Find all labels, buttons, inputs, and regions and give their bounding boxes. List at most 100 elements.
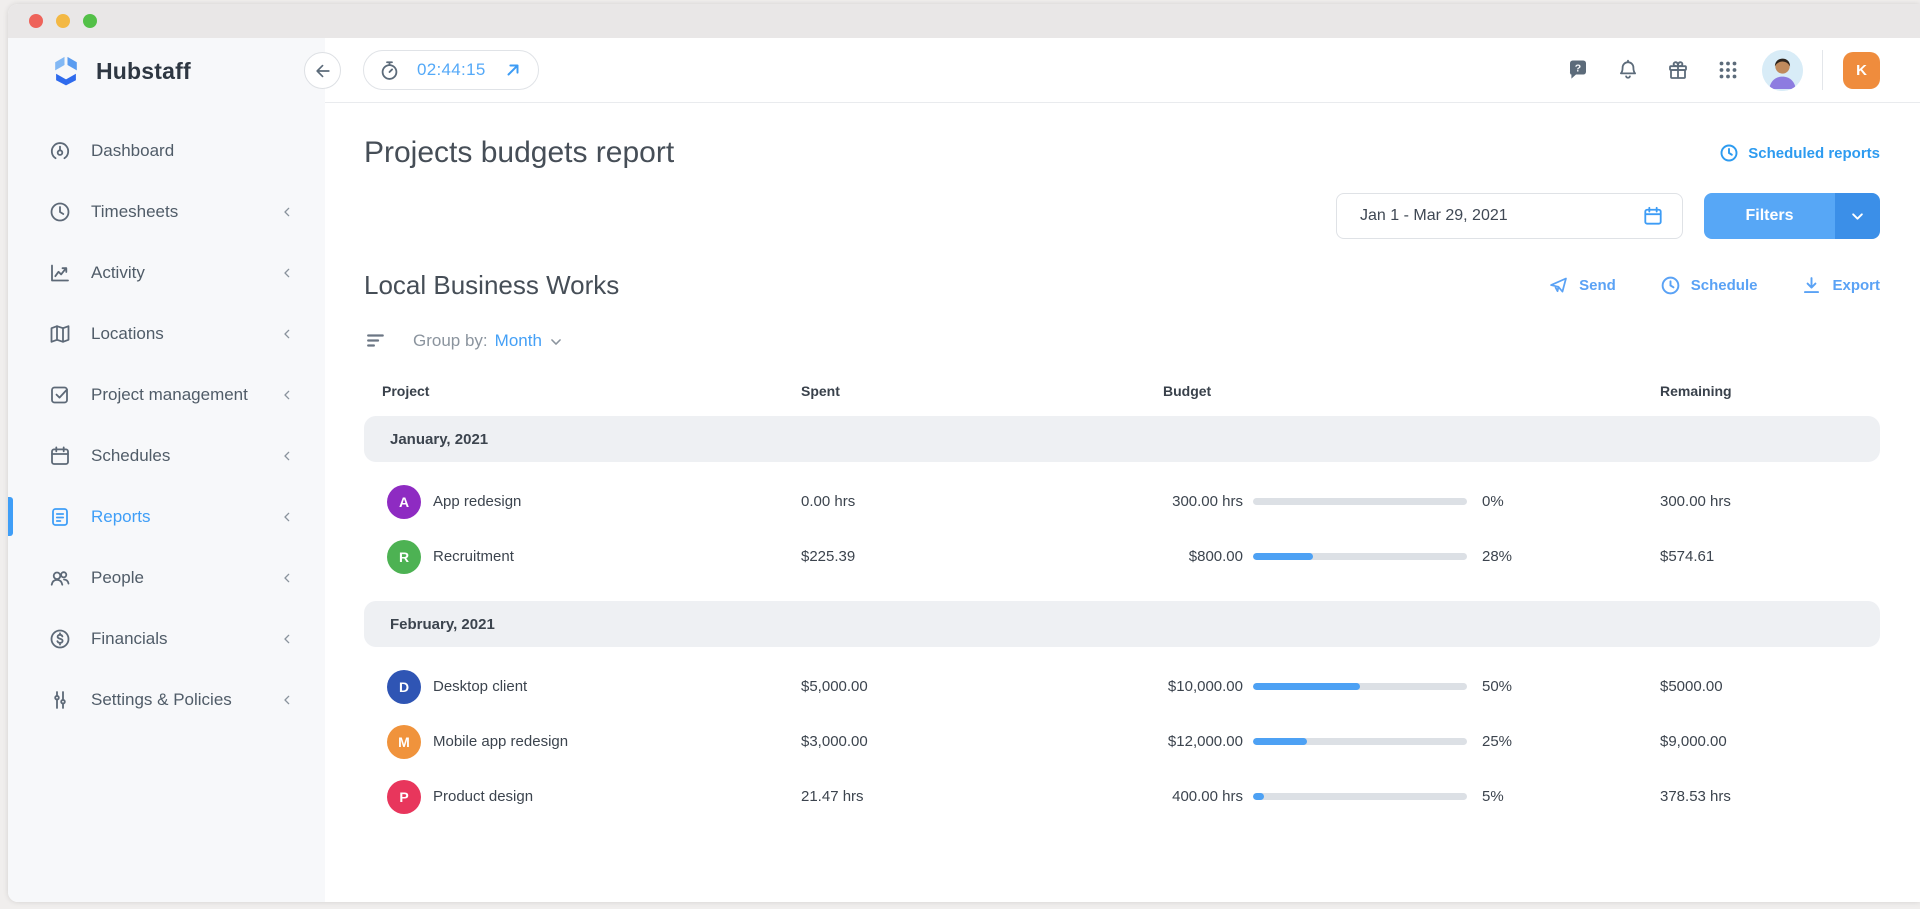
sidebar-item-reports[interactable]: Reports: [8, 486, 325, 547]
sidebar-item-label: Locations: [91, 324, 164, 344]
budget-cell: $800.00 28%: [1163, 548, 1660, 565]
app-window: Hubstaff Dashboard Timesheets Activity Loca…: [8, 4, 1920, 902]
main-area: 02:44:15 ?: [325, 38, 1920, 902]
locations-icon: [48, 322, 72, 346]
clock-icon: [1660, 275, 1681, 296]
budget-progress-bar: [1253, 553, 1467, 560]
download-icon: [1801, 275, 1822, 296]
macos-titlebar: [8, 4, 1920, 38]
project-name[interactable]: Desktop client: [433, 678, 527, 695]
project-avatar: P: [387, 780, 421, 814]
sidebar-item-label: Schedules: [91, 446, 170, 466]
apps-grid-icon[interactable]: [1716, 58, 1740, 82]
date-range-input[interactable]: Jan 1 - Mar 29, 2021: [1336, 193, 1683, 239]
export-label: Export: [1832, 277, 1880, 294]
help-icon[interactable]: ?: [1566, 58, 1590, 82]
sidebar-item-label: Timesheets: [91, 202, 178, 222]
back-button[interactable]: [304, 52, 341, 89]
sidebar-item-dashboard[interactable]: Dashboard: [8, 120, 325, 181]
remaining-value: 378.53 hrs: [1660, 788, 1880, 805]
remaining-value: 300.00 hrs: [1660, 493, 1880, 510]
project-cell: DDesktop client: [364, 670, 801, 704]
dashboard-icon: [48, 139, 72, 163]
filters-dropdown-button[interactable]: [1835, 193, 1880, 239]
chevron-down-icon: [549, 334, 563, 348]
budget-cell: $10,000.0050%: [1163, 678, 1660, 695]
sidebar-item-label: Reports: [91, 507, 151, 527]
minimize-button[interactable]: [56, 14, 70, 28]
notifications-bell-icon[interactable]: [1616, 58, 1640, 82]
zoom-button[interactable]: [83, 14, 97, 28]
table-row: AApp redesign0.00 hrs300.00 hrs0%300.00 …: [364, 474, 1880, 529]
workspace-badge[interactable]: K: [1843, 52, 1880, 89]
table-row: PProduct design21.47 hrs400.00 hrs5%378.…: [364, 769, 1880, 824]
budget-value: 300.00 hrs: [1163, 493, 1243, 510]
send-button[interactable]: Send: [1548, 275, 1616, 296]
sidebar-item-schedules[interactable]: Schedules: [8, 425, 325, 486]
group-label: January, 2021: [390, 431, 488, 448]
project-name[interactable]: Mobile app redesign: [433, 733, 568, 750]
sidebar-nav: Dashboard Timesheets Activity Locations Proj…: [8, 120, 325, 730]
topbar: 02:44:15 ?: [325, 38, 1920, 103]
sidebar-item-people[interactable]: People: [8, 547, 325, 608]
date-range-value: Jan 1 - Mar 29, 2021: [1360, 207, 1508, 225]
hubstaff-logo-icon: [48, 53, 84, 89]
schedule-button[interactable]: Schedule: [1660, 275, 1758, 296]
chevron-left-icon: [279, 326, 295, 342]
sidebar-item-label: Dashboard: [91, 141, 174, 161]
timer-value: 02:44:15: [417, 60, 486, 80]
spent-value: $5,000.00: [801, 678, 1163, 695]
project-name[interactable]: App redesign: [433, 493, 521, 510]
sidebar-item-settings-policies[interactable]: Settings & Policies: [8, 669, 325, 730]
reports-icon: [48, 505, 72, 529]
budget-cell: 400.00 hrs 5%: [1163, 788, 1660, 805]
user-avatar[interactable]: [1762, 50, 1803, 91]
export-button[interactable]: Export: [1801, 275, 1880, 296]
table-row: DDesktop client$5,000.00$10,000.0050%$50…: [364, 659, 1880, 714]
calendar-icon: [1642, 205, 1664, 227]
budget-progress-bar: [1253, 498, 1467, 505]
sidebar-item-label: People: [91, 568, 144, 588]
budget-percent: 28%: [1482, 548, 1512, 565]
project-avatar: R: [387, 540, 421, 574]
svg-text:?: ?: [1575, 63, 1581, 75]
column-header-spent: Spent: [801, 383, 1163, 399]
scheduled-reports-link[interactable]: Scheduled reports: [1719, 143, 1880, 163]
budget-value: $800.00: [1163, 548, 1243, 565]
column-header-project: Project: [364, 383, 801, 399]
sidebar-item-project-management[interactable]: Project management: [8, 364, 325, 425]
budget-percent: 25%: [1482, 733, 1512, 750]
project-avatar: A: [387, 485, 421, 519]
topbar-divider: [1822, 50, 1823, 90]
chevron-down-icon: [1850, 209, 1865, 224]
project-name[interactable]: Recruitment: [433, 548, 514, 565]
sidebar-item-label: Settings & Policies: [91, 690, 232, 710]
chevron-left-icon: [279, 692, 295, 708]
gift-icon[interactable]: [1666, 58, 1690, 82]
sidebar-item-locations[interactable]: Locations: [8, 303, 325, 364]
sidebar-item-financials[interactable]: Financials: [8, 608, 325, 669]
filters-button-group: Filters: [1704, 193, 1880, 239]
timer-widget[interactable]: 02:44:15: [363, 50, 539, 90]
stopwatch-icon: [378, 59, 401, 82]
project-cell: P Product design: [364, 780, 801, 814]
budget-value: $10,000.00: [1163, 678, 1243, 695]
project-cell: R Recruitment: [364, 540, 801, 574]
budget-value: 400.00 hrs: [1163, 788, 1243, 805]
table-row: MMobile app redesign$3,000.00$12,000.002…: [364, 714, 1880, 769]
chevron-left-icon: [279, 509, 295, 525]
filters-button[interactable]: Filters: [1704, 193, 1835, 239]
budget-percent: 5%: [1482, 788, 1504, 805]
close-button[interactable]: [29, 14, 43, 28]
sidebar-item-activity[interactable]: Activity: [8, 242, 325, 303]
project-name[interactable]: Product design: [433, 788, 533, 805]
remaining-value: $9,000.00: [1660, 733, 1880, 750]
group-header: February, 2021: [364, 601, 1880, 647]
budget-progress-bar: [1253, 793, 1467, 800]
hubstaff-logo[interactable]: Hubstaff: [8, 38, 325, 104]
sidebar-item-timesheets[interactable]: Timesheets: [8, 181, 325, 242]
table-header: Project Spent Budget Remaining: [364, 383, 1880, 399]
group-by-dropdown[interactable]: Month: [495, 331, 563, 351]
remaining-value: $574.61: [1660, 548, 1880, 565]
open-timer-icon[interactable]: [504, 61, 522, 79]
